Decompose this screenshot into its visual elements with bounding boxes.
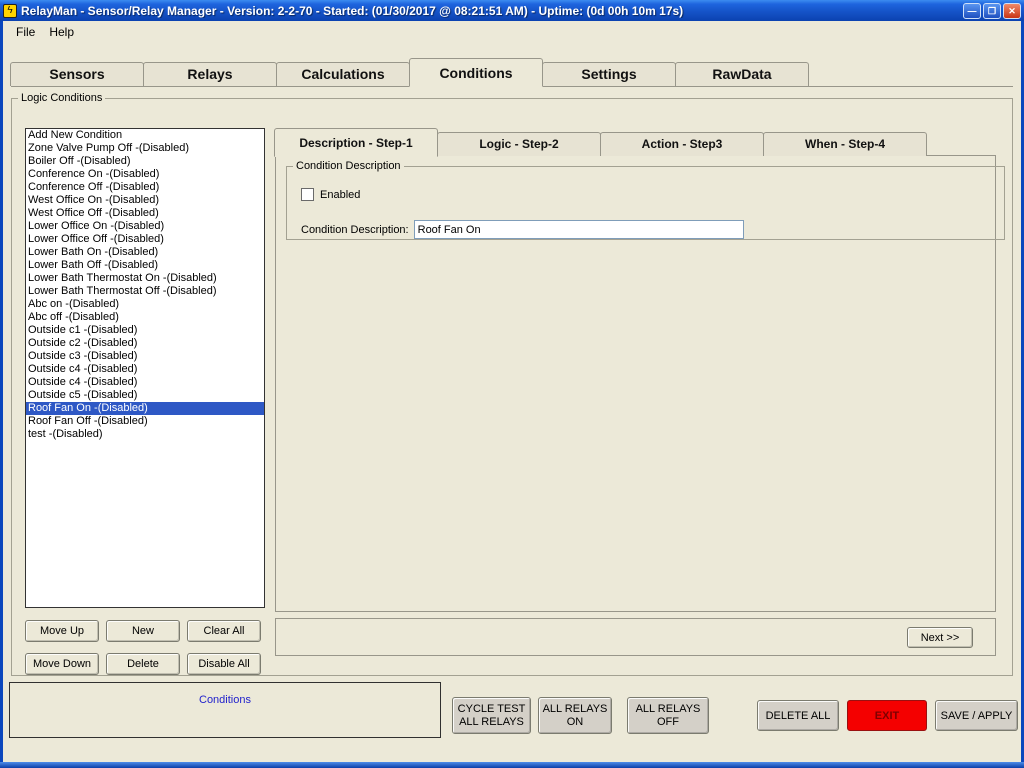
condition-description-label: Condition Description:	[301, 224, 409, 236]
footer-bar: Conditions CYCLE TEST ALL RELAYS ALL REL…	[3, 680, 1021, 756]
condition-list-item[interactable]: Zone Valve Pump Off -(Disabled)	[26, 142, 264, 155]
condition-description-group-label: Condition Description	[293, 160, 404, 172]
all-relays-off-button[interactable]: ALL RELAYS OFF	[627, 697, 709, 734]
move-up-button[interactable]: Move Up	[25, 620, 99, 642]
condition-list-item[interactable]: test -(Disabled)	[26, 428, 264, 441]
condition-list-item[interactable]: Conference On -(Disabled)	[26, 168, 264, 181]
condition-description-input[interactable]	[414, 220, 744, 239]
main-tab[interactable]: RawData	[675, 62, 809, 86]
main-tab[interactable]: Settings	[542, 62, 676, 86]
condition-description-row: Condition Description:	[301, 220, 1004, 239]
window-controls: — ❐ ✕	[963, 3, 1021, 19]
main-tab[interactable]: Conditions	[409, 58, 543, 87]
app-icon: ϟ	[3, 4, 17, 18]
condition-list-item[interactable]: Roof Fan On -(Disabled)	[26, 402, 264, 415]
new-button[interactable]: New	[106, 620, 180, 642]
enabled-checkbox[interactable]	[301, 188, 314, 201]
step-tab[interactable]: Logic - Step-2	[437, 132, 601, 156]
move-down-button[interactable]: Move Down	[25, 653, 99, 675]
condition-list-item[interactable]: Lower Bath On -(Disabled)	[26, 246, 264, 259]
menu-help[interactable]: Help	[42, 23, 81, 41]
logic-conditions-group-label: Logic Conditions	[18, 92, 105, 104]
step-tab[interactable]: When - Step-4	[763, 132, 927, 156]
menu-file[interactable]: File	[9, 23, 42, 41]
enabled-row: Enabled	[301, 188, 1004, 201]
close-button[interactable]: ✕	[1003, 3, 1021, 19]
condition-list-item[interactable]: Lower Office On -(Disabled)	[26, 220, 264, 233]
condition-list-item[interactable]: Add New Condition	[26, 129, 264, 142]
condition-list-item[interactable]: Conference Off -(Disabled)	[26, 181, 264, 194]
exit-button[interactable]: EXIT	[847, 700, 927, 731]
next-button[interactable]: Next >>	[907, 627, 973, 648]
menu-bar: File Help	[3, 21, 1021, 43]
all-relays-on-button[interactable]: ALL RELAYS ON	[538, 697, 612, 734]
condition-list-item[interactable]: Abc off -(Disabled)	[26, 311, 264, 324]
window-title: RelayMan - Sensor/Relay Manager - Versio…	[21, 4, 963, 18]
condition-list-item[interactable]: Outside c1 -(Disabled)	[26, 324, 264, 337]
condition-list-item[interactable]: Boiler Off -(Disabled)	[26, 155, 264, 168]
condition-description-group: Condition Description Enabled Condition …	[286, 160, 1005, 240]
status-box: Conditions	[9, 682, 441, 738]
app-window: ϟ RelayMan - Sensor/Relay Manager - Vers…	[0, 0, 1024, 762]
condition-list-item[interactable]: Outside c3 -(Disabled)	[26, 350, 264, 363]
next-panel: Next >>	[275, 618, 996, 656]
condition-list-item[interactable]: West Office Off -(Disabled)	[26, 207, 264, 220]
condition-list-item[interactable]: Outside c5 -(Disabled)	[26, 389, 264, 402]
step-tab[interactable]: Description - Step-1	[274, 128, 438, 157]
save-apply-button[interactable]: SAVE / APPLY	[935, 700, 1018, 731]
step-tab-strip: Description - Step-1Logic - Step-2Action…	[275, 126, 927, 156]
maximize-button[interactable]: ❐	[983, 3, 1001, 19]
condition-list-item[interactable]: Roof Fan Off -(Disabled)	[26, 415, 264, 428]
condition-list-item[interactable]: Outside c2 -(Disabled)	[26, 337, 264, 350]
condition-list-item[interactable]: Outside c4 -(Disabled)	[26, 363, 264, 376]
main-tab[interactable]: Relays	[143, 62, 277, 86]
step-page: Condition Description Enabled Condition …	[275, 155, 996, 612]
condition-list-item[interactable]: Outside c4 -(Disabled)	[26, 376, 264, 389]
delete-button[interactable]: Delete	[106, 653, 180, 675]
condition-list-item[interactable]: Lower Bath Thermostat Off -(Disabled)	[26, 285, 264, 298]
condition-list-item[interactable]: Abc on -(Disabled)	[26, 298, 264, 311]
step-tab[interactable]: Action - Step3	[600, 132, 764, 156]
list-button-grid: Move Up New Clear All Move Down Delete D…	[25, 620, 261, 675]
enabled-label: Enabled	[320, 189, 360, 201]
clear-all-button[interactable]: Clear All	[187, 620, 261, 642]
condition-list-item[interactable]: Lower Bath Thermostat On -(Disabled)	[26, 272, 264, 285]
conditions-list[interactable]: Add New ConditionZone Valve Pump Off -(D…	[25, 128, 265, 608]
condition-list-item[interactable]: Lower Office Off -(Disabled)	[26, 233, 264, 246]
delete-all-button[interactable]: DELETE ALL	[757, 700, 839, 731]
status-text: Conditions	[10, 694, 440, 706]
window-bottom-border	[0, 762, 1024, 768]
condition-list-item[interactable]: Lower Bath Off -(Disabled)	[26, 259, 264, 272]
main-tab[interactable]: Sensors	[10, 62, 144, 86]
condition-list-item[interactable]: West Office On -(Disabled)	[26, 194, 264, 207]
logic-conditions-group: Logic Conditions Add New ConditionZone V…	[11, 92, 1013, 676]
main-tab-strip: SensorsRelaysCalculationsConditionsSetti…	[11, 58, 1013, 87]
disable-all-button[interactable]: Disable All	[187, 653, 261, 675]
title-bar: ϟ RelayMan - Sensor/Relay Manager - Vers…	[0, 0, 1024, 21]
main-tab[interactable]: Calculations	[276, 62, 410, 86]
cycle-test-all-relays-button[interactable]: CYCLE TEST ALL RELAYS	[452, 697, 531, 734]
minimize-button[interactable]: —	[963, 3, 981, 19]
